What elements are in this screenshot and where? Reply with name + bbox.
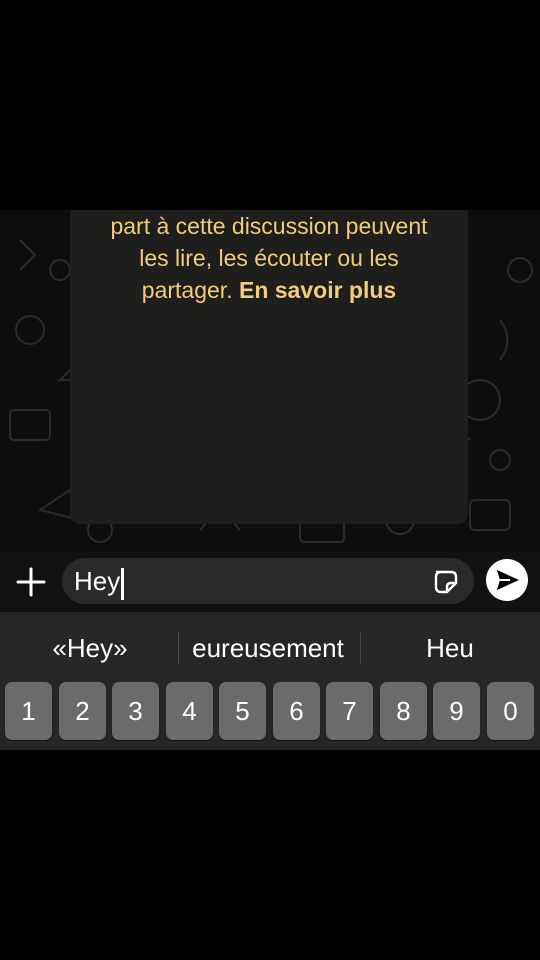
encryption-notice: part à cette discussion peuvent les lire…	[70, 210, 468, 306]
key-0[interactable]: 0	[487, 682, 534, 740]
message-input-text: Hey	[74, 566, 121, 596]
key-9[interactable]: 9	[433, 682, 480, 740]
notice-line-3-prefix: partager.	[141, 277, 233, 303]
key-5[interactable]: 5	[219, 682, 266, 740]
message-composer: Hey	[0, 552, 540, 612]
learn-more-link[interactable]: En savoir plus	[239, 277, 396, 303]
notice-line-3: partager. En savoir plus	[70, 274, 468, 306]
key-2[interactable]: 2	[59, 682, 106, 740]
key-6[interactable]: 6	[273, 682, 320, 740]
send-icon[interactable]	[486, 559, 528, 601]
key-3[interactable]: 3	[112, 682, 159, 740]
suggestion-divider	[360, 632, 361, 664]
suggestion-2[interactable]: eureusement	[178, 630, 358, 666]
notice-line-2: les lire, les écouter ou les	[139, 245, 399, 271]
key-7[interactable]: 7	[326, 682, 373, 740]
key-1[interactable]: 1	[5, 682, 52, 740]
notice-line-1: part à cette discussion peuvent	[110, 213, 428, 239]
keyboard: «Hey» eureusement Heu 1 2 3 4 5 6 7 8 9 …	[0, 612, 540, 750]
key-8[interactable]: 8	[380, 682, 427, 740]
sticker-icon[interactable]	[432, 568, 460, 596]
suggestion-1[interactable]: «Hey»	[20, 630, 160, 666]
key-4[interactable]: 4	[166, 682, 213, 740]
text-caret	[121, 568, 124, 600]
chat-background: part à cette discussion peuvent les lire…	[0, 210, 540, 552]
message-input[interactable]: Hey	[62, 558, 474, 604]
suggestion-3[interactable]: Heu	[380, 630, 520, 666]
plus-icon[interactable]	[14, 565, 48, 599]
